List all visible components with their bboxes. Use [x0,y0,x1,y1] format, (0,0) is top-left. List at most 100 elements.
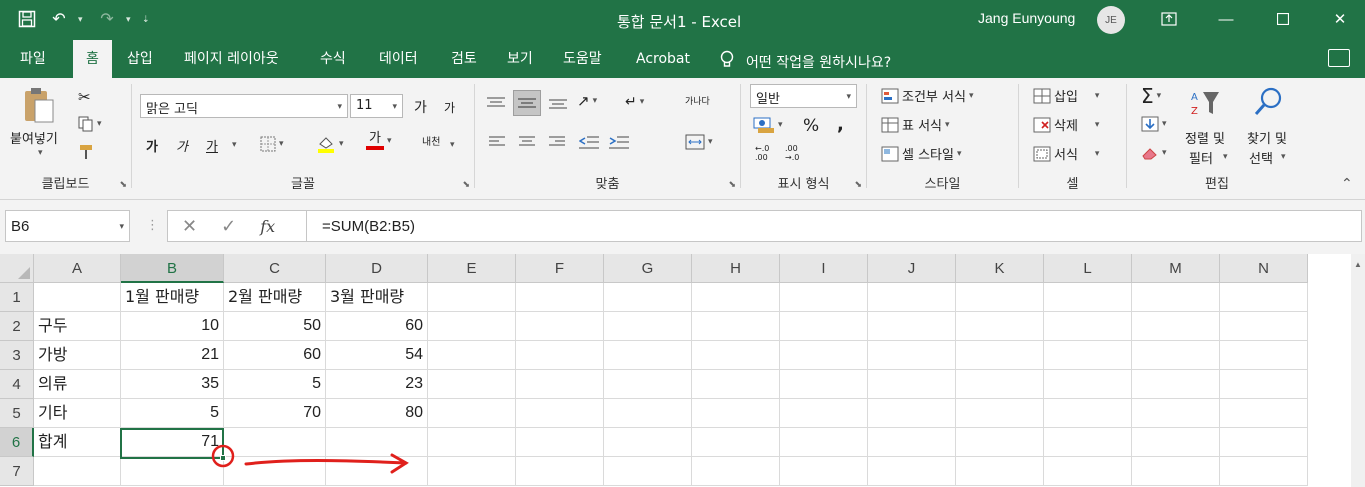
column-header-b[interactable]: B [121,254,224,283]
phonetic-dropdown-icon[interactable]: ▾ [450,140,455,150]
merge-center-icon[interactable]: ▾ [685,134,713,150]
cell-a1[interactable] [34,283,121,312]
column-header-a[interactable]: A [34,254,121,283]
sort-filter-dropdown-icon[interactable]: ▾ [1223,152,1228,162]
accounting-format-icon[interactable]: ▾ [753,116,783,134]
cell-c2[interactable]: 50 [224,312,326,341]
cell-d7[interactable] [326,457,428,486]
cell-c7[interactable] [224,457,326,486]
customize-qat-icon[interactable]: ⇣ [142,14,152,25]
cell-l5[interactable] [1044,399,1132,428]
column-header-e[interactable]: E [428,254,516,283]
cell-a2[interactable]: 구두 [34,312,121,341]
fill-handle[interactable] [220,455,226,461]
cell-m6[interactable] [1132,428,1220,457]
cell-j6[interactable] [868,428,956,457]
row-header-2[interactable]: 2 [0,312,34,341]
cell-d1[interactable]: 3월 판매량 [326,283,428,312]
cell-n6[interactable] [1220,428,1308,457]
select-all-corner[interactable] [0,254,34,283]
cut-icon[interactable]: ✂ [78,88,91,106]
cell-k5[interactable] [956,399,1044,428]
cell-n5[interactable] [1220,399,1308,428]
underline-dropdown-icon[interactable]: ▾ [232,140,237,150]
cell-l4[interactable] [1044,370,1132,399]
cell-h3[interactable] [692,341,780,370]
border-icon[interactable]: ▾ [260,136,284,152]
phonetic-guide-button[interactable]: 내천 [422,133,440,148]
avatar[interactable]: JE [1097,6,1125,34]
cell-b5[interactable]: 5 [121,399,224,428]
cell-i2[interactable] [780,312,868,341]
increase-indent-icon[interactable] [609,136,629,150]
find-select-label-1[interactable]: 찾기 및 [1247,128,1287,147]
cell-e5[interactable] [428,399,516,428]
cell-f7[interactable] [516,457,604,486]
comments-icon[interactable] [1328,49,1350,67]
sort-filter-label-2[interactable]: 필터 [1189,148,1213,167]
align-top-icon[interactable] [487,96,505,110]
cell-e2[interactable] [428,312,516,341]
align-middle-icon[interactable] [513,90,541,116]
cell-c5[interactable]: 70 [224,399,326,428]
shrink-font-button[interactable]: 가 [444,99,455,116]
cell-b4[interactable]: 35 [121,370,224,399]
redo-icon[interactable]: ↷ [94,8,120,30]
cell-h2[interactable] [692,312,780,341]
cell-j2[interactable] [868,312,956,341]
user-name[interactable]: Jang Eunyoung [978,10,1075,26]
column-header-k[interactable]: K [956,254,1044,283]
cell-k6[interactable] [956,428,1044,457]
orientation-icon[interactable]: ↗ ▾ [577,92,597,110]
cell-k2[interactable] [956,312,1044,341]
cell-f1[interactable] [516,283,604,312]
column-header-f[interactable]: F [516,254,604,283]
cell-j1[interactable] [868,283,956,312]
cell-k4[interactable] [956,370,1044,399]
cell-c4[interactable]: 5 [224,370,326,399]
cell-d5[interactable]: 80 [326,399,428,428]
tab-home[interactable]: 홈 [73,40,112,78]
insert-function-icon[interactable]: fx [260,217,275,236]
cell-e1[interactable] [428,283,516,312]
vertical-scrollbar[interactable]: ▲ [1351,254,1365,487]
italic-button[interactable]: 가 [176,136,188,155]
cell-h6[interactable] [692,428,780,457]
cell-g1[interactable] [604,283,692,312]
cell-m3[interactable] [1132,341,1220,370]
cell-g6[interactable] [604,428,692,457]
cell-g7[interactable] [604,457,692,486]
tell-me-box[interactable]: 어떤 작업을 원하시나요? [720,50,891,74]
tab-view[interactable]: 보기 [507,40,533,78]
tab-page-layout[interactable]: 페이지 레이아웃 [184,40,279,78]
cell-n2[interactable] [1220,312,1308,341]
cell-l7[interactable] [1044,457,1132,486]
decrease-indent-icon[interactable] [579,136,599,150]
cell-n1[interactable] [1220,283,1308,312]
clipboard-launcher-icon[interactable]: ⬊ [119,180,127,190]
rtl-icon[interactable]: ↵ ▾ [625,94,644,110]
cell-m5[interactable] [1132,399,1220,428]
cell-f2[interactable] [516,312,604,341]
font-size-select[interactable]: 11 ▾ [350,94,403,118]
cell-m7[interactable] [1132,457,1220,486]
fill-icon[interactable]: ▾ [1141,116,1167,132]
row-header-6[interactable]: 6 [0,428,34,457]
cell-i7[interactable] [780,457,868,486]
cell-c1[interactable]: 2월 판매량 [224,283,326,312]
tab-review[interactable]: 검토 [451,40,477,78]
sort-filter-label-1[interactable]: 정렬 및 [1185,128,1225,147]
collapse-ribbon-icon[interactable]: ⌃ [1341,176,1353,192]
cell-a6[interactable]: 합계 [34,428,121,457]
row-header-1[interactable]: 1 [0,283,34,312]
enter-icon[interactable]: ✓ [221,216,236,237]
worksheet-grid[interactable]: ABCDEFGHIJKLMN 1234567 1월 판매량 2월 판매량 3월 판매… [0,254,1365,487]
cell-d3[interactable]: 54 [326,341,428,370]
cell-j4[interactable] [868,370,956,399]
align-bottom-icon[interactable] [549,96,567,110]
cell-i5[interactable] [780,399,868,428]
align-center-icon[interactable] [519,136,535,148]
find-select-dropdown-icon[interactable]: ▾ [1281,152,1286,162]
cell-i6[interactable] [780,428,868,457]
copy-icon[interactable]: ▾ [78,116,102,132]
